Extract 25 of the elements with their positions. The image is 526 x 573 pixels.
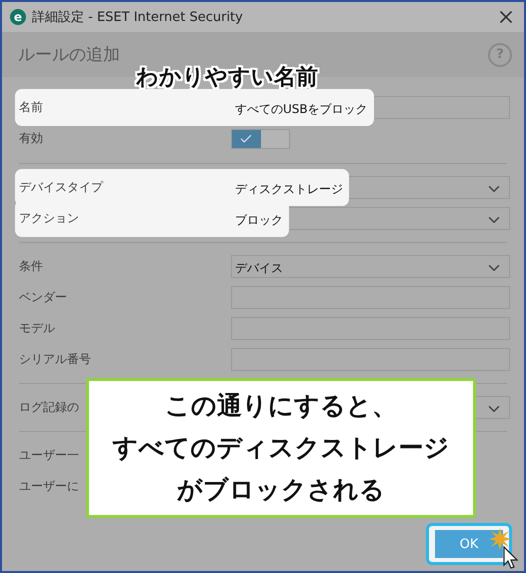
page-title: ルールの追加 [18,44,120,66]
sparkle-icon [489,528,511,550]
field-label: 有効 [19,130,43,147]
field-value: デバイス [235,260,283,274]
note-text: この通りにすると、 [165,390,397,422]
field-value: ディスクストレージ [235,182,343,196]
dropdown[interactable]: デバイス [231,255,510,278]
callout-text: わかりやすい名前 [136,64,318,92]
field-label: モデル [19,320,55,337]
app-logo: e [10,9,26,25]
field-value: ブロック [235,212,283,226]
toggle-switch[interactable] [231,128,290,148]
field-label: ユーザー一 [19,447,79,464]
field-label: アクション [19,210,79,227]
field-value: すべてのUSBをブロック [235,102,368,116]
window-title: 詳細設定 - ESET Internet Security [32,9,244,26]
field-label: 名前 [19,99,43,116]
field-label: 条件 [19,258,43,275]
note-text: がブロックされる [177,474,385,506]
field-label: ベンダー [19,289,67,306]
field-label: シリアル番号 [19,351,91,368]
note-text: すべてのディスクストレージ [112,432,450,464]
field-label: デバイスタイプ [19,179,103,196]
field-label: ユーザーに [19,478,79,495]
field-label: ログ記録の [19,399,79,416]
